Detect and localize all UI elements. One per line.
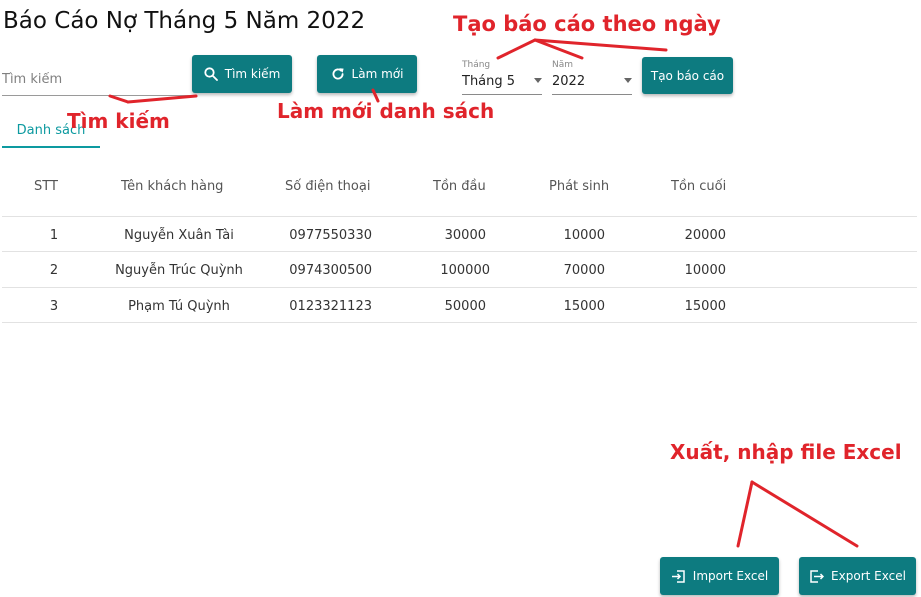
- annotation-excel: Xuất, nhập file Excel: [670, 440, 902, 464]
- annotation-create-by-date: Tạo báo cáo theo ngày: [453, 12, 721, 36]
- annotation-refresh-list: Làm mới danh sách: [277, 99, 495, 123]
- annotation-arrows: [108, 38, 859, 548]
- annotation-search: Tìm kiếm: [67, 109, 170, 133]
